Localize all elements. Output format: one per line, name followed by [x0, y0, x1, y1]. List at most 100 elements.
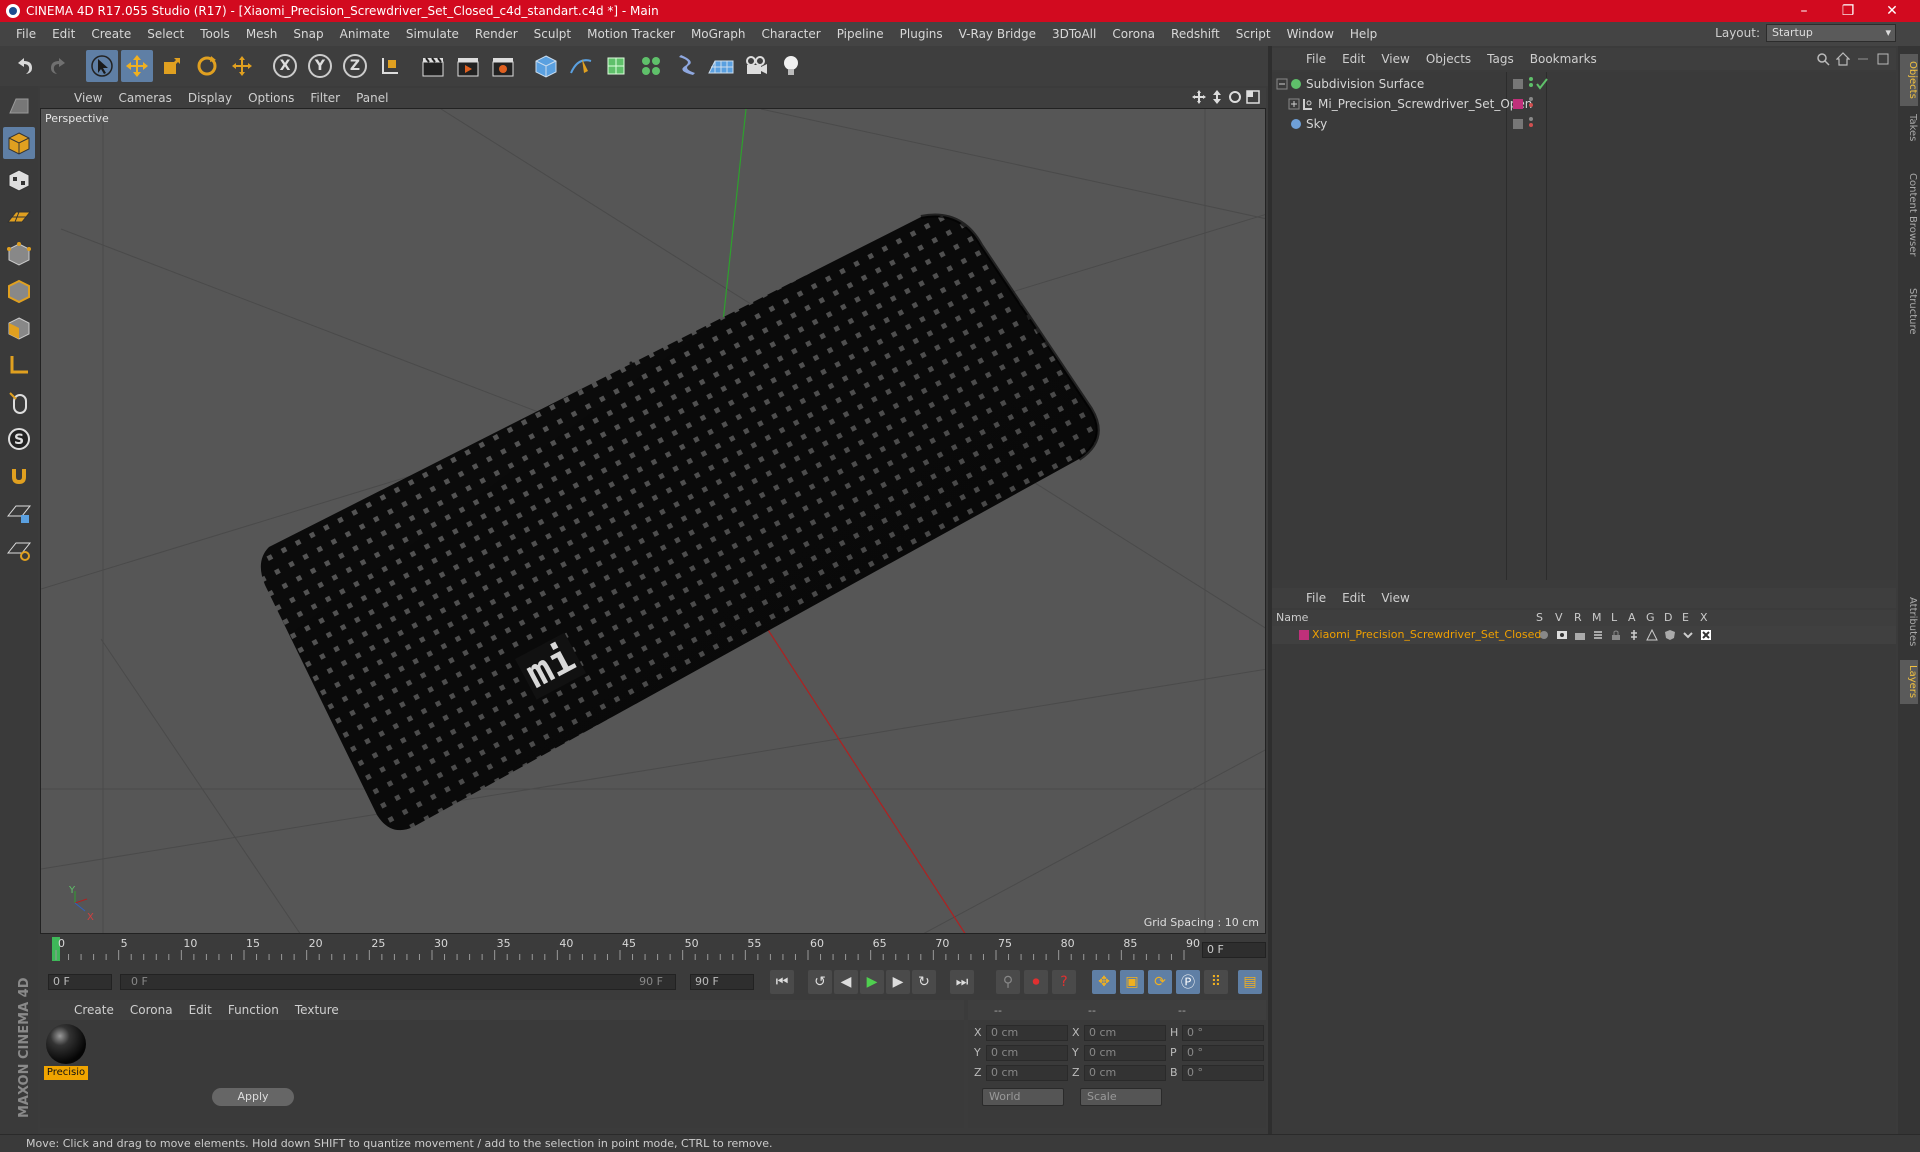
- search-icon[interactable]: [1816, 52, 1830, 66]
- tab-layers[interactable]: Layers: [1900, 660, 1918, 704]
- size-x-field[interactable]: 0 cm: [1084, 1025, 1166, 1041]
- home-icon[interactable]: [1836, 52, 1850, 66]
- new-window-icon[interactable]: [1876, 52, 1890, 66]
- material-menu-create[interactable]: Create: [66, 1003, 122, 1017]
- viewport-menu-cameras[interactable]: Cameras: [110, 91, 179, 105]
- enable-snap-button[interactable]: [3, 460, 35, 492]
- object-menu-bookmarks[interactable]: Bookmarks: [1522, 52, 1605, 66]
- edges-mode-button[interactable]: [3, 275, 35, 307]
- planar-workplane-button[interactable]: [3, 534, 35, 566]
- record-keys-button[interactable]: ⚲: [996, 970, 1020, 994]
- menu-create[interactable]: Create: [83, 27, 139, 41]
- position-y-field[interactable]: 0 cm: [986, 1045, 1068, 1061]
- frame-range-slider[interactable]: 0 F 90 F: [120, 974, 676, 990]
- lock-icon[interactable]: [1610, 629, 1622, 641]
- material-menu-edit[interactable]: Edit: [181, 1003, 220, 1017]
- go-to-end-button[interactable]: ⏭: [950, 970, 974, 994]
- x-axis-lock-button[interactable]: X: [269, 50, 301, 82]
- menu-corona[interactable]: Corona: [1104, 27, 1163, 41]
- menu-select[interactable]: Select: [139, 27, 192, 41]
- menu-simulate[interactable]: Simulate: [398, 27, 467, 41]
- menu-snap[interactable]: Snap: [285, 27, 331, 41]
- layer-row-screwdriver-set-closed[interactable]: Xiaomi_Precision_Screwdriver_Set_Closed: [1272, 626, 1896, 644]
- enabled-check-icon[interactable]: [1536, 78, 1548, 90]
- render-view-button[interactable]: [417, 50, 449, 82]
- autokey-button[interactable]: ?: [1052, 970, 1076, 994]
- menu-mograph[interactable]: MoGraph: [683, 27, 754, 41]
- go-to-start-button[interactable]: ⏮: [770, 970, 794, 994]
- key-rotation-button[interactable]: ⟳: [1148, 970, 1172, 994]
- visibility-dots-icon[interactable]: [1528, 116, 1540, 128]
- rotate-view-icon[interactable]: [1228, 90, 1242, 104]
- move-tool-button[interactable]: [121, 50, 153, 82]
- layer-menu-edit[interactable]: Edit: [1334, 591, 1373, 605]
- add-spline-pen-button[interactable]: [565, 50, 597, 82]
- viewport-menu-options[interactable]: Options: [240, 91, 302, 105]
- tab-takes[interactable]: Takes: [1900, 108, 1918, 148]
- layer-menu-file[interactable]: File: [1298, 591, 1334, 605]
- layer-color-swatch-icon[interactable]: [1298, 629, 1310, 641]
- add-deformer-button[interactable]: [670, 50, 702, 82]
- layer-color-tag-icon[interactable]: [1512, 98, 1524, 110]
- workplane-mode-button[interactable]: [3, 201, 35, 233]
- current-frame-field[interactable]: 0 F: [1202, 942, 1266, 958]
- material-menu-function[interactable]: Function: [220, 1003, 287, 1017]
- add-camera-button[interactable]: [740, 50, 772, 82]
- layer-menu-view[interactable]: View: [1373, 591, 1417, 605]
- menu-script[interactable]: Script: [1228, 27, 1279, 41]
- size-y-field[interactable]: 0 cm: [1084, 1045, 1166, 1061]
- perspective-viewport[interactable]: mi Y X Perspective Grid Spacing : 10 cm: [40, 108, 1266, 934]
- menu-vray-bridge[interactable]: V-Ray Bridge: [951, 27, 1044, 41]
- material-menu-texture[interactable]: Texture: [287, 1003, 347, 1017]
- object-row-screwdriver-set-open[interactable]: Mi_Precision_Screwdriver_Set_Open: [1272, 94, 1896, 114]
- undo-button[interactable]: [8, 50, 40, 82]
- close-button[interactable]: ✕: [1870, 0, 1914, 22]
- polygons-mode-button[interactable]: [3, 312, 35, 344]
- object-row-sky[interactable]: Sky: [1272, 114, 1896, 134]
- maximize-view-icon[interactable]: [1246, 90, 1260, 104]
- menu-help[interactable]: Help: [1342, 27, 1385, 41]
- collapse-tree-icon[interactable]: [1276, 78, 1288, 90]
- menu-plugins[interactable]: Plugins: [892, 27, 951, 41]
- menu-file[interactable]: File: [8, 27, 44, 41]
- back-icon[interactable]: [1856, 52, 1870, 66]
- add-floor-button[interactable]: [705, 50, 737, 82]
- next-frame-button[interactable]: ▶: [886, 970, 910, 994]
- viewport-menu-filter[interactable]: Filter: [302, 91, 348, 105]
- deformer-shield-icon[interactable]: [1664, 629, 1676, 641]
- layer-tag-icon[interactable]: [1512, 118, 1524, 130]
- tab-objects[interactable]: Objects: [1900, 54, 1918, 106]
- timeline-window-button[interactable]: ▤: [1238, 970, 1262, 994]
- expression-chevron-icon[interactable]: [1682, 629, 1694, 641]
- viewport-menu-display[interactable]: Display: [180, 91, 240, 105]
- y-axis-lock-button[interactable]: Y: [304, 50, 336, 82]
- object-menu-edit[interactable]: Edit: [1334, 52, 1373, 66]
- size-mode-select[interactable]: Scale: [1080, 1088, 1162, 1106]
- screwdriver-case-model[interactable]: [260, 213, 1100, 831]
- key-position-button[interactable]: ✥: [1092, 970, 1116, 994]
- live-selection-button[interactable]: [86, 50, 118, 82]
- menu-render[interactable]: Render: [467, 27, 526, 41]
- previous-frame-button[interactable]: ◀: [834, 970, 858, 994]
- object-menu-file[interactable]: File: [1298, 52, 1334, 66]
- object-row-subdivision-surface[interactable]: Subdivision Surface: [1272, 74, 1896, 94]
- z-axis-lock-button[interactable]: Z: [339, 50, 371, 82]
- rotation-b-field[interactable]: 0 °: [1182, 1065, 1264, 1081]
- size-z-field[interactable]: 0 cm: [1084, 1065, 1166, 1081]
- tab-attributes[interactable]: Attributes: [1900, 586, 1918, 658]
- menu-animate[interactable]: Animate: [332, 27, 398, 41]
- menu-motion-tracker[interactable]: Motion Tracker: [579, 27, 683, 41]
- visibility-dots-icon[interactable]: [1528, 96, 1540, 108]
- record-active-button[interactable]: ⏺: [1024, 970, 1048, 994]
- key-parameter-button[interactable]: Ⓟ: [1176, 970, 1200, 994]
- minimize-button[interactable]: –: [1782, 0, 1826, 22]
- next-key-button[interactable]: ↻: [912, 970, 936, 994]
- transform-tool-button[interactable]: [226, 50, 258, 82]
- redo-button[interactable]: [43, 50, 75, 82]
- workplane-lock-button[interactable]: [3, 497, 35, 529]
- layout-select[interactable]: Startup: [1766, 24, 1896, 42]
- end-frame-field[interactable]: 90 F: [690, 974, 754, 990]
- maximize-button[interactable]: ❐: [1826, 0, 1870, 22]
- menu-sculpt[interactable]: Sculpt: [526, 27, 579, 41]
- apply-button[interactable]: Apply: [212, 1088, 294, 1106]
